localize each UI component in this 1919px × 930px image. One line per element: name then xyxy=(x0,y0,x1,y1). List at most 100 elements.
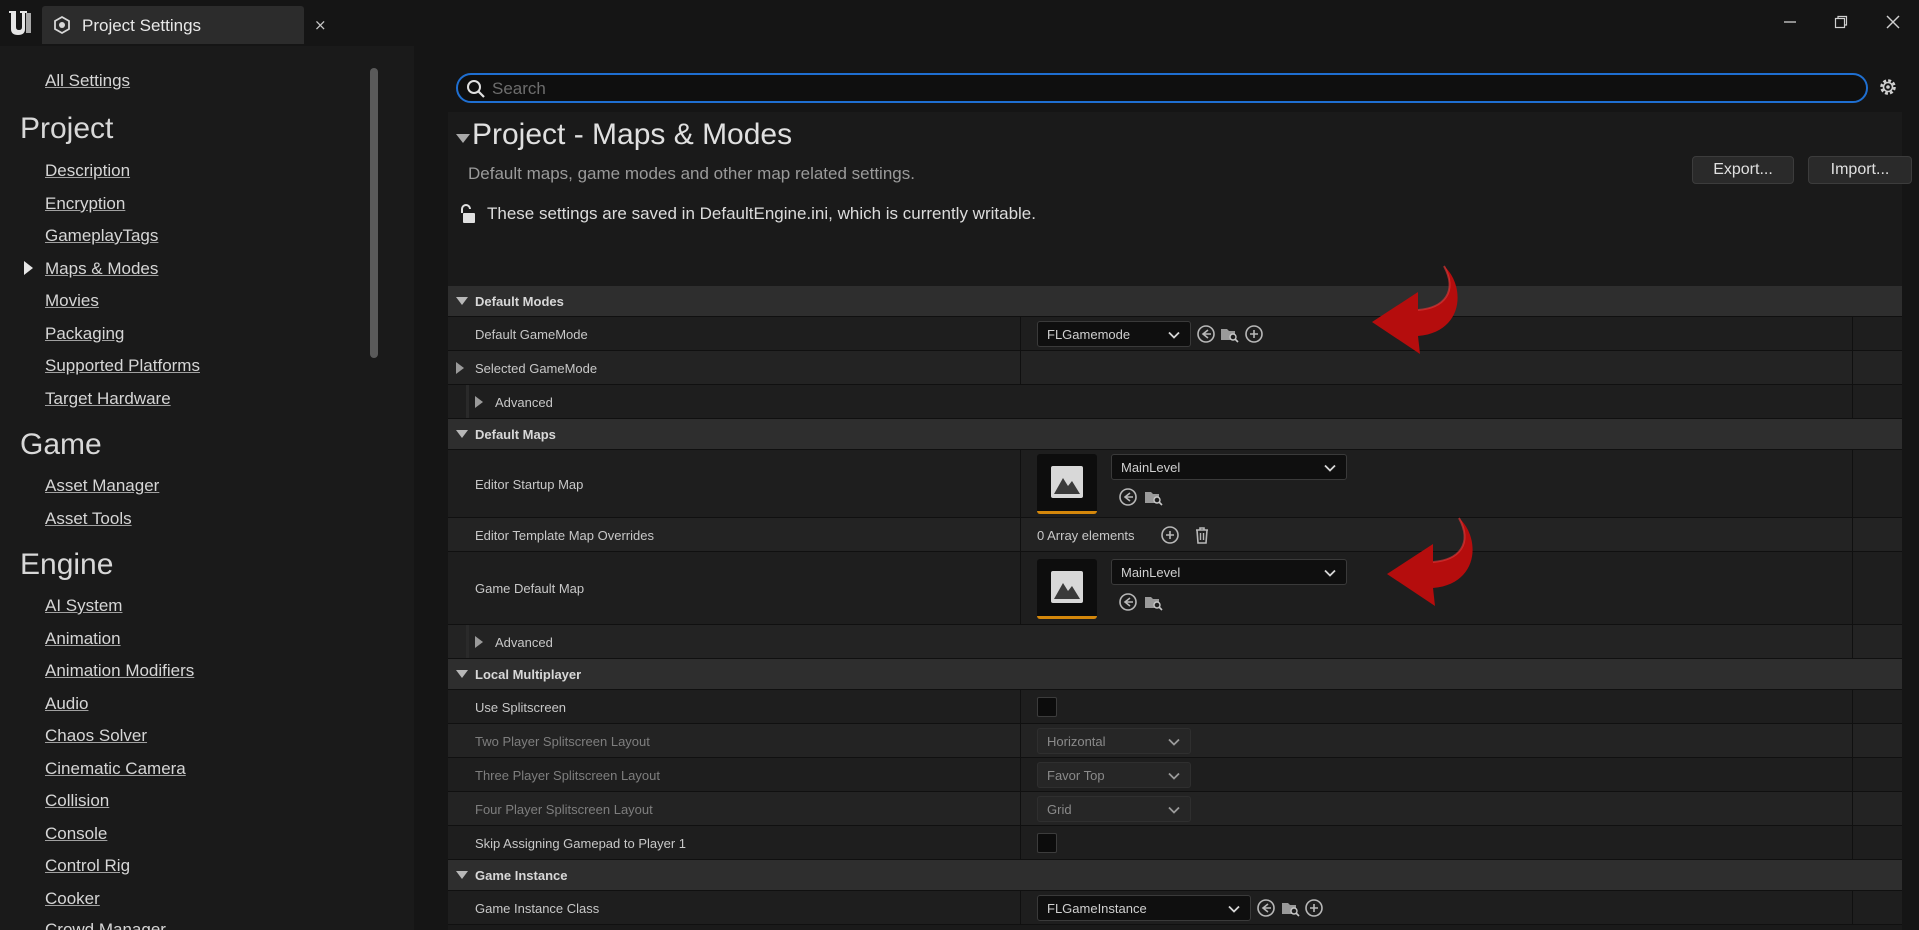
browse-asset-icon[interactable] xyxy=(1143,592,1163,612)
column-divider xyxy=(1020,351,1021,384)
column-divider xyxy=(1020,690,1021,723)
sidebar-item-target-hardware[interactable]: Target Hardware xyxy=(45,389,171,409)
project-settings-window: Project Settings × All Settings Project … xyxy=(0,0,1919,930)
dropdown-value: Favor Top xyxy=(1047,768,1105,783)
map-thumbnail[interactable] xyxy=(1037,454,1097,514)
minimize-icon xyxy=(1784,21,1796,23)
sidebar-item-maps-modes[interactable]: Maps & Modes xyxy=(45,259,158,279)
gear-icon[interactable] xyxy=(1877,76,1899,98)
add-new-icon[interactable] xyxy=(1244,324,1264,344)
property-label: Editor Template Map Overrides xyxy=(475,528,654,543)
three-player-layout-dropdown[interactable]: Favor Top xyxy=(1037,762,1191,788)
row-advanced-maps[interactable]: Advanced xyxy=(448,625,1902,659)
settings-cube-icon xyxy=(54,15,70,35)
row-skip-gamepad: Skip Assigning Gamepad to Player 1 xyxy=(448,826,1902,860)
sidebar-item-animation-modifiers[interactable]: Animation Modifiers xyxy=(45,661,194,681)
tab-close-button[interactable]: × xyxy=(314,16,327,34)
sidebar-item-control-rig[interactable]: Control Rig xyxy=(45,856,130,876)
restore-button[interactable] xyxy=(1821,8,1861,36)
annotation-arrow-icon xyxy=(1372,265,1458,354)
category-collapse-icon xyxy=(456,670,468,678)
sidebar-item-supported-platforms[interactable]: Supported Platforms xyxy=(45,356,200,376)
column-divider xyxy=(1852,351,1853,384)
row-advanced-modes[interactable]: Advanced xyxy=(448,385,1902,419)
sidebar-item-audio[interactable]: Audio xyxy=(45,694,88,714)
skip-gamepad-checkbox[interactable] xyxy=(1037,833,1057,853)
add-new-icon[interactable] xyxy=(1304,898,1324,918)
sidebar-item-cinematic-camera[interactable]: Cinematic Camera xyxy=(45,759,186,779)
sidebar-item-asset-manager[interactable]: Asset Manager xyxy=(45,476,159,496)
row-selected-gamemode[interactable]: Selected GameMode xyxy=(448,351,1902,385)
category-default-modes[interactable]: Default Modes xyxy=(448,286,1902,317)
category-label: Game Instance xyxy=(475,868,568,883)
use-selected-asset-icon[interactable] xyxy=(1196,324,1216,344)
sidebar-scrollbar[interactable] xyxy=(370,68,378,358)
browse-asset-icon[interactable] xyxy=(1143,487,1163,507)
expand-icon[interactable] xyxy=(475,396,483,408)
sidebar-item-cooker[interactable]: Cooker xyxy=(45,889,100,909)
category-default-maps[interactable]: Default Maps xyxy=(448,419,1902,450)
editor-startup-map-dropdown[interactable]: MainLevel xyxy=(1111,454,1347,480)
section-collapse-icon[interactable] xyxy=(456,134,470,143)
category-collapse-icon xyxy=(456,297,468,305)
tab-project-settings[interactable]: Project Settings × xyxy=(42,6,327,44)
two-player-layout-dropdown[interactable]: Horizontal xyxy=(1037,728,1191,754)
chevron-down-icon xyxy=(1228,905,1240,913)
page-title: Project - Maps & Modes xyxy=(472,118,793,151)
expand-icon[interactable] xyxy=(475,636,483,648)
sidebar-item-chaos-solver[interactable]: Chaos Solver xyxy=(45,726,147,746)
sidebar-item-gameplaytags[interactable]: GameplayTags xyxy=(45,226,158,246)
sidebar-item-all-settings[interactable]: All Settings xyxy=(45,71,130,91)
use-selected-asset-icon[interactable] xyxy=(1118,487,1138,507)
tab-title: Project Settings xyxy=(82,16,202,35)
default-gamemode-dropdown[interactable]: FLGamemode xyxy=(1037,321,1191,347)
config-writable-note: These settings are saved in DefaultEngin… xyxy=(487,204,1036,223)
column-divider xyxy=(1852,317,1853,350)
sidebar-item-crowd-manager[interactable]: Crowd Manager xyxy=(45,920,166,930)
sidebar-item-asset-tools[interactable]: Asset Tools xyxy=(45,509,132,529)
sidebar-item-packaging[interactable]: Packaging xyxy=(45,324,124,344)
sidebar-item-console[interactable]: Console xyxy=(45,824,107,844)
category-game-instance[interactable]: Game Instance xyxy=(448,860,1902,891)
trash-icon[interactable] xyxy=(1192,525,1212,545)
search-input[interactable] xyxy=(492,77,1852,101)
close-window-button[interactable] xyxy=(1873,8,1913,36)
sidebar-item-movies[interactable]: Movies xyxy=(45,291,99,311)
column-divider xyxy=(1852,792,1853,825)
category-local-multiplayer[interactable]: Local Multiplayer xyxy=(448,659,1902,690)
minimize-button[interactable] xyxy=(1770,8,1810,36)
column-divider xyxy=(1020,891,1021,924)
sidebar-heading-engine: Engine xyxy=(20,548,114,581)
row-editor-template-overrides: Editor Template Map Overrides 0 Array el… xyxy=(448,518,1902,552)
add-element-icon[interactable] xyxy=(1160,525,1180,545)
import-button[interactable]: Import... xyxy=(1808,156,1912,184)
sidebar-item-encryption[interactable]: Encryption xyxy=(45,194,125,214)
browse-asset-icon[interactable] xyxy=(1280,898,1300,918)
search-box[interactable] xyxy=(456,73,1868,103)
sidebar-heading-game: Game xyxy=(20,428,102,461)
category-label: Default Maps xyxy=(475,427,556,442)
export-button[interactable]: Export... xyxy=(1692,156,1794,184)
property-label: Editor Startup Map xyxy=(475,477,584,492)
property-label: Game Default Map xyxy=(475,581,585,596)
use-selected-asset-icon[interactable] xyxy=(1256,898,1276,918)
browse-asset-icon[interactable] xyxy=(1219,324,1239,344)
use-splitscreen-checkbox[interactable] xyxy=(1037,697,1057,717)
dropdown-value: MainLevel xyxy=(1121,565,1181,580)
dropdown-value: MainLevel xyxy=(1121,460,1181,475)
map-thumbnail[interactable] xyxy=(1037,559,1097,619)
game-default-map-dropdown[interactable]: MainLevel xyxy=(1111,559,1347,585)
four-player-layout-dropdown[interactable]: Grid xyxy=(1037,796,1191,822)
use-selected-asset-icon[interactable] xyxy=(1118,592,1138,612)
column-divider xyxy=(1852,385,1853,418)
game-instance-class-dropdown[interactable]: FLGameInstance xyxy=(1037,895,1251,921)
sidebar-item-animation[interactable]: Animation xyxy=(45,629,121,649)
expand-icon[interactable] xyxy=(456,362,464,374)
annotation-arrow-icon xyxy=(1387,517,1473,606)
property-label: Two Player Splitscreen Layout xyxy=(475,734,650,749)
sidebar-item-collision[interactable]: Collision xyxy=(45,791,109,811)
sidebar-item-description[interactable]: Description xyxy=(45,161,130,181)
row-three-player-layout: Three Player Splitscreen Layout Favor To… xyxy=(448,758,1902,792)
sidebar-item-ai-system[interactable]: AI System xyxy=(45,596,122,616)
unreal-engine-logo-icon[interactable] xyxy=(4,6,36,38)
